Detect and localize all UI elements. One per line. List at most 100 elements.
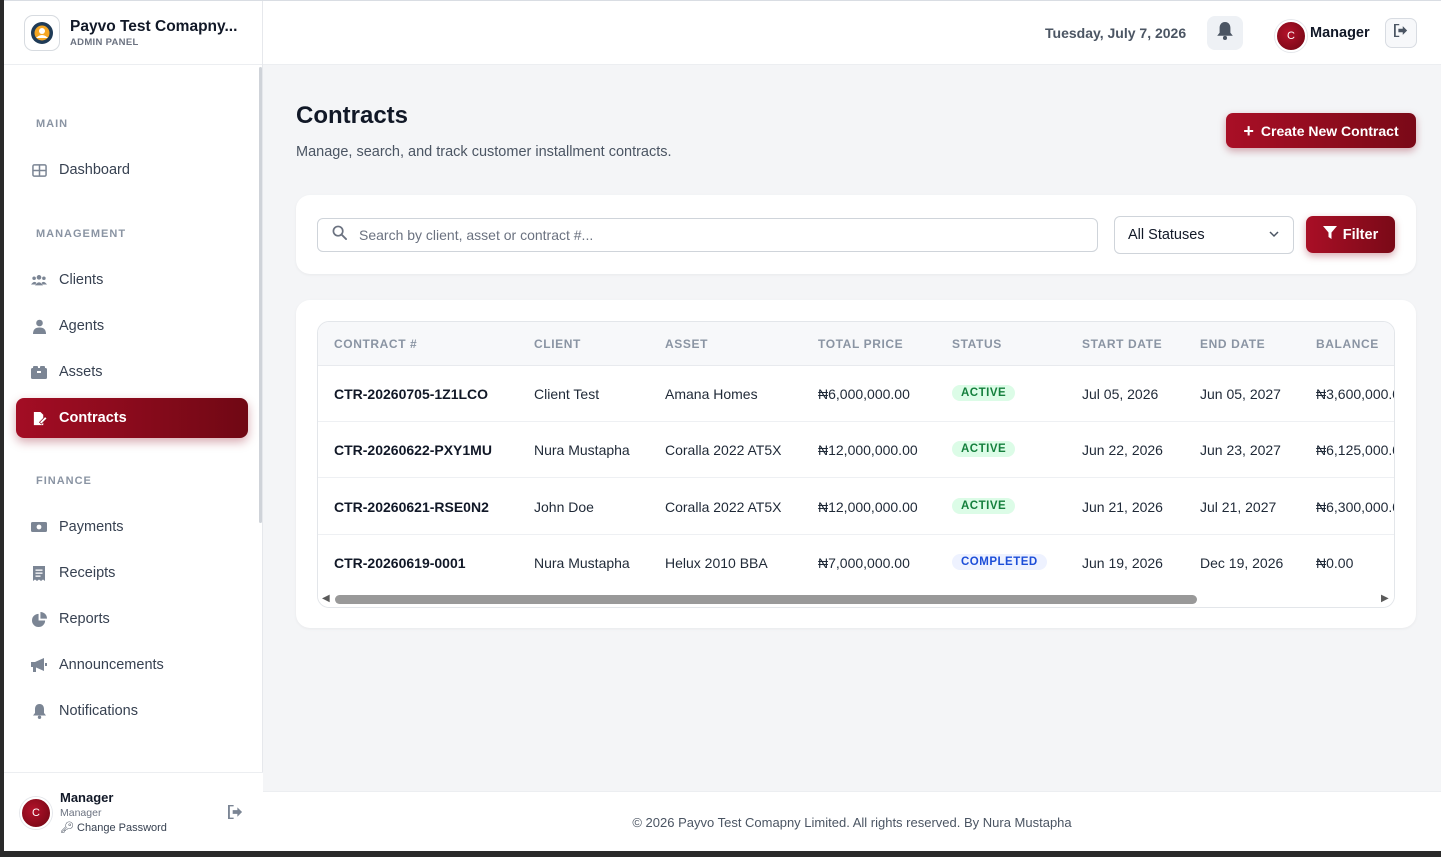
company-name: Payvo Test Comapny... bbox=[70, 17, 238, 35]
asset-name: Amana Homes bbox=[665, 386, 758, 402]
sidebar-user-box: C Manager Manager 🔑︎ Change Password bbox=[4, 772, 263, 851]
contract-number[interactable]: CTR-20260619-0001 bbox=[334, 555, 466, 571]
filter-button[interactable]: Filter bbox=[1306, 216, 1395, 253]
money-icon bbox=[31, 519, 47, 535]
sidebar-item-receipts[interactable]: Receipts bbox=[16, 553, 248, 593]
boxes-icon bbox=[31, 364, 47, 380]
sidebar-item-announcements[interactable]: Announcements bbox=[16, 645, 248, 685]
start-date: Jun 19, 2026 bbox=[1082, 555, 1163, 571]
avatar[interactable]: C bbox=[1275, 20, 1307, 52]
table-header: CONTRACT # CLIENT ASSET TOTAL PRICE STAT… bbox=[318, 322, 1394, 366]
col-header-balance: BALANCE bbox=[1316, 337, 1379, 351]
sidebar-item-assets[interactable]: Assets bbox=[16, 352, 248, 392]
pie-chart-icon bbox=[31, 611, 47, 627]
col-header-status: STATUS bbox=[952, 337, 1002, 351]
asset-name: Coralla 2022 AT5X bbox=[665, 442, 782, 458]
section-title-main: MAIN bbox=[36, 118, 69, 130]
sidebar-item-label: Payments bbox=[59, 519, 124, 535]
contracts-table: CONTRACT # CLIENT ASSET TOTAL PRICE STAT… bbox=[317, 321, 1395, 608]
logout-icon[interactable] bbox=[228, 804, 243, 824]
footer-copyright: © 2026 Payvo Test Comapny Limited. All r… bbox=[632, 814, 1072, 830]
change-password-label: Change Password bbox=[77, 821, 167, 834]
total-price: ₦6,000,000.00 bbox=[818, 386, 910, 402]
client-name: Client Test bbox=[534, 386, 600, 402]
start-date: Jun 21, 2026 bbox=[1082, 499, 1163, 515]
user-name: Manager bbox=[60, 790, 114, 806]
section-title-finance: FINANCE bbox=[36, 475, 92, 487]
total-price: ₦12,000,000.00 bbox=[818, 442, 918, 458]
topbar: Tuesday, July 7, 2026 C Manager bbox=[263, 1, 1441, 65]
sidebar-item-dashboard[interactable]: Dashboard bbox=[16, 150, 248, 190]
balance: ₦6,300,000.00 bbox=[1316, 499, 1394, 515]
end-date: Jun 05, 2027 bbox=[1200, 386, 1281, 402]
sidebar-item-reports[interactable]: Reports bbox=[16, 599, 248, 639]
sidebar-item-label: Dashboard bbox=[59, 162, 130, 178]
asset-name: Helux 2010 BBA bbox=[665, 555, 768, 571]
start-date: Jul 05, 2026 bbox=[1082, 386, 1159, 402]
table-row[interactable]: CTR-20260622-PXY1MU Nura Mustapha Corall… bbox=[318, 422, 1394, 478]
sidebar-item-label: Announcements bbox=[59, 657, 164, 673]
sidebar-item-label: Assets bbox=[59, 364, 103, 380]
table-row[interactable]: CTR-20260705-1Z1LCO Client Test Amana Ho… bbox=[318, 366, 1394, 422]
status-badge: ACTIVE bbox=[952, 498, 1016, 514]
section-title-management: MANAGEMENT bbox=[36, 228, 127, 240]
status-badge: COMPLETED bbox=[952, 554, 1047, 570]
scroll-right-arrow-icon[interactable]: ▶ bbox=[1381, 594, 1389, 604]
scroll-left-arrow-icon[interactable]: ◀ bbox=[322, 594, 330, 604]
app-window: Payvo Test Comapny... ADMIN PANEL MAIN D… bbox=[4, 0, 1441, 851]
client-name: Nura Mustapha bbox=[534, 555, 630, 571]
table-horizontal-scrollbar[interactable]: ◀ ▶ bbox=[318, 590, 1394, 607]
topbar-user-name[interactable]: Manager bbox=[1310, 25, 1370, 41]
bell-icon bbox=[31, 703, 47, 719]
asset-name: Coralla 2022 AT5X bbox=[665, 499, 782, 515]
sidebar-scrollbar[interactable] bbox=[259, 67, 262, 523]
logout-button[interactable] bbox=[1385, 18, 1417, 48]
search-input[interactable] bbox=[359, 227, 1059, 243]
create-contract-button[interactable]: + Create New Contract bbox=[1226, 113, 1416, 148]
balance: ₦3,600,000.00 bbox=[1316, 386, 1394, 402]
status-select[interactable]: All Statuses bbox=[1114, 216, 1294, 254]
admin-panel-label: ADMIN PANEL bbox=[70, 36, 139, 48]
plus-icon: + bbox=[1243, 120, 1254, 141]
sidebar-item-label: Receipts bbox=[59, 565, 116, 581]
sidebar-item-label: Reports bbox=[59, 611, 110, 627]
table-row[interactable]: CTR-20260619-0001 Nura Mustapha Helux 20… bbox=[318, 535, 1394, 591]
status-badge: ACTIVE bbox=[952, 441, 1016, 457]
sidebar-item-clients[interactable]: Clients bbox=[16, 260, 248, 300]
sidebar-item-label: Clients bbox=[59, 272, 104, 288]
status-select-value: All Statuses bbox=[1128, 227, 1205, 243]
sidebar-item-agents[interactable]: Agents bbox=[16, 306, 248, 346]
sidebar-item-notifications[interactable]: Notifications bbox=[16, 691, 248, 731]
change-password-link[interactable]: 🔑︎ Change Password bbox=[60, 822, 167, 835]
contract-icon bbox=[31, 410, 47, 426]
total-price: ₦12,000,000.00 bbox=[818, 499, 918, 515]
bell-icon bbox=[1217, 21, 1233, 45]
col-header-end-date: END DATE bbox=[1200, 337, 1266, 351]
sidebar-item-payments[interactable]: Payments bbox=[16, 507, 248, 547]
client-name: John Doe bbox=[534, 499, 594, 515]
page-subtitle: Manage, search, and track customer insta… bbox=[296, 144, 672, 160]
end-date: Jul 21, 2027 bbox=[1200, 499, 1277, 515]
sidebar-item-label: Notifications bbox=[59, 703, 138, 719]
current-date: Tuesday, July 7, 2026 bbox=[1045, 25, 1187, 41]
filter-icon bbox=[1322, 225, 1343, 244]
contract-number[interactable]: CTR-20260622-PXY1MU bbox=[334, 442, 492, 458]
col-header-client: CLIENT bbox=[534, 337, 581, 351]
client-name: Nura Mustapha bbox=[534, 442, 630, 458]
scrollbar-thumb[interactable] bbox=[335, 595, 1197, 604]
search-box[interactable] bbox=[317, 218, 1098, 252]
avatar[interactable]: C bbox=[20, 796, 52, 829]
sidebar-item-label: Contracts bbox=[59, 410, 127, 426]
sidebar-item-contracts[interactable]: Contracts bbox=[16, 398, 248, 438]
chevron-down-icon bbox=[1269, 227, 1279, 243]
contract-number[interactable]: CTR-20260621-RSE0N2 bbox=[334, 499, 489, 515]
total-price: ₦7,000,000.00 bbox=[818, 555, 910, 571]
col-header-start-date: START DATE bbox=[1082, 337, 1163, 351]
table-row[interactable]: CTR-20260621-RSE0N2 John Doe Coralla 202… bbox=[318, 479, 1394, 535]
filter-card: All Statuses Filter bbox=[296, 195, 1416, 274]
col-header-contract: CONTRACT # bbox=[334, 337, 418, 351]
contract-number[interactable]: CTR-20260705-1Z1LCO bbox=[334, 386, 488, 402]
megaphone-icon bbox=[31, 657, 47, 673]
notifications-button[interactable] bbox=[1207, 16, 1243, 50]
footer: © 2026 Payvo Test Comapny Limited. All r… bbox=[263, 791, 1441, 851]
